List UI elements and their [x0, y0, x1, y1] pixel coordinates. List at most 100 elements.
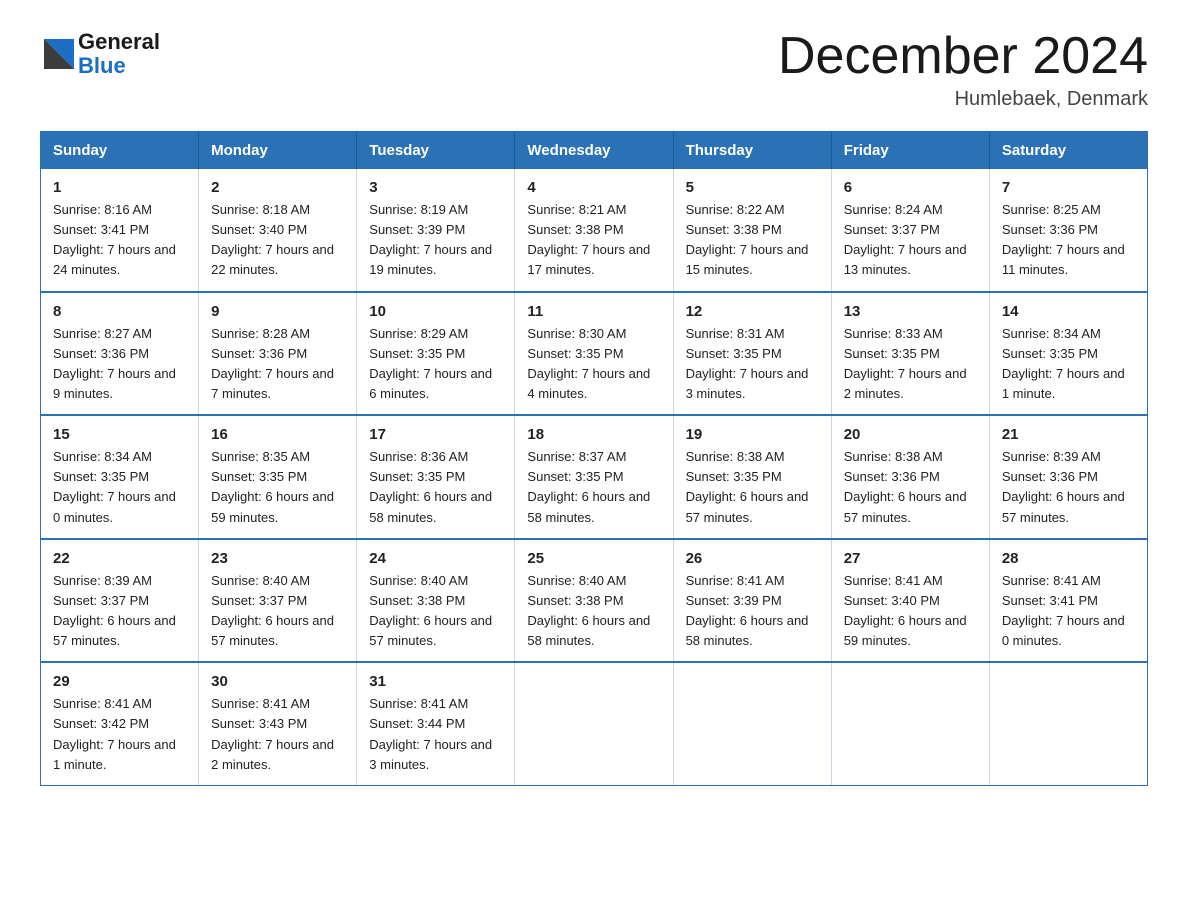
day-info: Sunrise: 8:40 AMSunset: 3:37 PMDaylight:… — [211, 571, 344, 652]
calendar-day-cell: 7 Sunrise: 8:25 AMSunset: 3:36 PMDaylight… — [989, 169, 1147, 292]
weekday-header-wednesday: Wednesday — [515, 132, 673, 170]
calendar-day-cell: 10 Sunrise: 8:29 AMSunset: 3:35 PMDayligh… — [357, 292, 515, 416]
day-number: 12 — [686, 303, 819, 320]
logo: General Blue — [40, 30, 160, 78]
calendar-day-cell: 8Sunrise: 8:27 AMSunset: 3:36 PMDaylight… — [41, 292, 199, 416]
weekday-header-tuesday: Tuesday — [357, 132, 515, 170]
calendar-table: SundayMondayTuesdayWednesdayThursdayFrid… — [40, 131, 1148, 786]
day-number: 6 — [844, 179, 977, 196]
day-info: Sunrise: 8:33 AMSunset: 3:35 PMDaylight:… — [844, 324, 977, 405]
day-number: 30 — [211, 673, 344, 690]
calendar-day-cell: 16 Sunrise: 8:35 AMSunset: 3:35 PMDayligh… — [199, 415, 357, 539]
calendar-day-cell — [831, 662, 989, 785]
day-info: Sunrise: 8:37 AMSunset: 3:35 PMDaylight:… — [527, 447, 660, 528]
calendar-day-cell: 15 Sunrise: 8:34 AMSunset: 3:35 PMDayligh… — [41, 415, 199, 539]
day-info: Sunrise: 8:40 AMSunset: 3:38 PMDaylight:… — [369, 571, 502, 652]
calendar-day-cell: 29Sunrise: 8:41 AMSunset: 3:42 PMDayligh… — [41, 662, 199, 785]
calendar-day-cell: 30 Sunrise: 8:41 AMSunset: 3:43 PMDayligh… — [199, 662, 357, 785]
calendar-day-cell: 14 Sunrise: 8:34 AMSunset: 3:35 PMDayligh… — [989, 292, 1147, 416]
day-number: 19 — [686, 426, 819, 443]
month-title: December 2024 — [778, 30, 1148, 82]
calendar-week-row: 22 Sunrise: 8:39 AMSunset: 3:37 PMDayligh… — [41, 539, 1148, 663]
day-number: 2 — [211, 179, 344, 196]
calendar-day-cell: 25 Sunrise: 8:40 AMSunset: 3:38 PMDayligh… — [515, 539, 673, 663]
logo-blue-text: Blue — [78, 54, 160, 78]
calendar-day-cell: 17 Sunrise: 8:36 AMSunset: 3:35 PMDayligh… — [357, 415, 515, 539]
calendar-day-cell: 1Sunrise: 8:16 AMSunset: 3:41 PMDaylight… — [41, 169, 199, 292]
day-info: Sunrise: 8:24 AMSunset: 3:37 PMDaylight:… — [844, 200, 977, 281]
day-info: Sunrise: 8:39 AMSunset: 3:37 PMDaylight:… — [53, 571, 186, 652]
day-info: Sunrise: 8:29 AMSunset: 3:35 PMDaylight:… — [369, 324, 502, 405]
calendar-day-cell: 22 Sunrise: 8:39 AMSunset: 3:37 PMDayligh… — [41, 539, 199, 663]
day-info: Sunrise: 8:40 AMSunset: 3:38 PMDaylight:… — [527, 571, 660, 652]
day-number: 17 — [369, 426, 502, 443]
day-info: Sunrise: 8:41 AMSunset: 3:43 PMDaylight:… — [211, 694, 344, 775]
day-info: Sunrise: 8:21 AMSunset: 3:38 PMDaylight:… — [527, 200, 660, 281]
day-number: 16 — [211, 426, 344, 443]
day-info: Sunrise: 8:35 AMSunset: 3:35 PMDaylight:… — [211, 447, 344, 528]
day-info: Sunrise: 8:22 AMSunset: 3:38 PMDaylight:… — [686, 200, 819, 281]
day-info: Sunrise: 8:38 AMSunset: 3:35 PMDaylight:… — [686, 447, 819, 528]
calendar-day-cell — [515, 662, 673, 785]
weekday-header-monday: Monday — [199, 132, 357, 170]
weekday-header-sunday: Sunday — [41, 132, 199, 170]
calendar-day-cell: 4 Sunrise: 8:21 AMSunset: 3:38 PMDaylight… — [515, 169, 673, 292]
calendar-day-cell: 18 Sunrise: 8:37 AMSunset: 3:35 PMDayligh… — [515, 415, 673, 539]
day-number: 15 — [53, 426, 186, 443]
day-info: Sunrise: 8:41 AMSunset: 3:44 PMDaylight:… — [369, 694, 502, 775]
calendar-week-row: 8Sunrise: 8:27 AMSunset: 3:36 PMDaylight… — [41, 292, 1148, 416]
day-number: 22 — [53, 550, 186, 567]
calendar-day-cell: 12 Sunrise: 8:31 AMSunset: 3:35 PMDayligh… — [673, 292, 831, 416]
day-info: Sunrise: 8:19 AMSunset: 3:39 PMDaylight:… — [369, 200, 502, 281]
day-info: Sunrise: 8:34 AMSunset: 3:35 PMDaylight:… — [1002, 324, 1135, 405]
day-info: Sunrise: 8:31 AMSunset: 3:35 PMDaylight:… — [686, 324, 819, 405]
calendar-day-cell: 11Sunrise: 8:30 AMSunset: 3:35 PMDayligh… — [515, 292, 673, 416]
day-number: 14 — [1002, 303, 1135, 320]
calendar-day-cell: 24 Sunrise: 8:40 AMSunset: 3:38 PMDayligh… — [357, 539, 515, 663]
calendar-day-cell: 23 Sunrise: 8:40 AMSunset: 3:37 PMDayligh… — [199, 539, 357, 663]
day-info: Sunrise: 8:39 AMSunset: 3:36 PMDaylight:… — [1002, 447, 1135, 528]
day-info: Sunrise: 8:41 AMSunset: 3:41 PMDaylight:… — [1002, 571, 1135, 652]
day-number: 31 — [369, 673, 502, 690]
calendar-day-cell — [673, 662, 831, 785]
title-block: December 2024 Humlebaek, Denmark — [778, 30, 1148, 111]
day-number: 3 — [369, 179, 502, 196]
day-number: 13 — [844, 303, 977, 320]
calendar-week-row: 29Sunrise: 8:41 AMSunset: 3:42 PMDayligh… — [41, 662, 1148, 785]
day-number: 20 — [844, 426, 977, 443]
day-number: 23 — [211, 550, 344, 567]
day-number: 25 — [527, 550, 660, 567]
day-number: 5 — [686, 179, 819, 196]
day-info: Sunrise: 8:16 AMSunset: 3:41 PMDaylight:… — [53, 200, 186, 281]
weekday-header-thursday: Thursday — [673, 132, 831, 170]
calendar-day-cell: 2 Sunrise: 8:18 AMSunset: 3:40 PMDaylight… — [199, 169, 357, 292]
weekday-header-friday: Friday — [831, 132, 989, 170]
calendar-week-row: 1Sunrise: 8:16 AMSunset: 3:41 PMDaylight… — [41, 169, 1148, 292]
calendar-day-cell: 9Sunrise: 8:28 AMSunset: 3:36 PMDaylight… — [199, 292, 357, 416]
day-number: 27 — [844, 550, 977, 567]
calendar-day-cell: 13 Sunrise: 8:33 AMSunset: 3:35 PMDayligh… — [831, 292, 989, 416]
day-number: 18 — [527, 426, 660, 443]
day-number: 7 — [1002, 179, 1135, 196]
day-number: 9 — [211, 303, 344, 320]
day-info: Sunrise: 8:38 AMSunset: 3:36 PMDaylight:… — [844, 447, 977, 528]
day-info: Sunrise: 8:27 AMSunset: 3:36 PMDaylight:… — [53, 324, 186, 405]
logo-icon — [40, 35, 78, 73]
calendar-day-cell: 20 Sunrise: 8:38 AMSunset: 3:36 PMDayligh… — [831, 415, 989, 539]
day-number: 26 — [686, 550, 819, 567]
calendar-day-cell: 5 Sunrise: 8:22 AMSunset: 3:38 PMDaylight… — [673, 169, 831, 292]
day-number: 24 — [369, 550, 502, 567]
day-info: Sunrise: 8:18 AMSunset: 3:40 PMDaylight:… — [211, 200, 344, 281]
day-info: Sunrise: 8:34 AMSunset: 3:35 PMDaylight:… — [53, 447, 186, 528]
day-number: 4 — [527, 179, 660, 196]
day-info: Sunrise: 8:41 AMSunset: 3:42 PMDaylight:… — [53, 694, 186, 775]
day-number: 10 — [369, 303, 502, 320]
weekday-header-row: SundayMondayTuesdayWednesdayThursdayFrid… — [41, 132, 1148, 170]
day-info: Sunrise: 8:25 AMSunset: 3:36 PMDaylight:… — [1002, 200, 1135, 281]
calendar-day-cell: 28Sunrise: 8:41 AMSunset: 3:41 PMDayligh… — [989, 539, 1147, 663]
logo-general-text: General — [78, 30, 160, 54]
page-header: General Blue December 2024 Humlebaek, De… — [40, 30, 1148, 111]
calendar-day-cell: 6 Sunrise: 8:24 AMSunset: 3:37 PMDaylight… — [831, 169, 989, 292]
day-info: Sunrise: 8:36 AMSunset: 3:35 PMDaylight:… — [369, 447, 502, 528]
day-info: Sunrise: 8:30 AMSunset: 3:35 PMDaylight:… — [527, 324, 660, 405]
